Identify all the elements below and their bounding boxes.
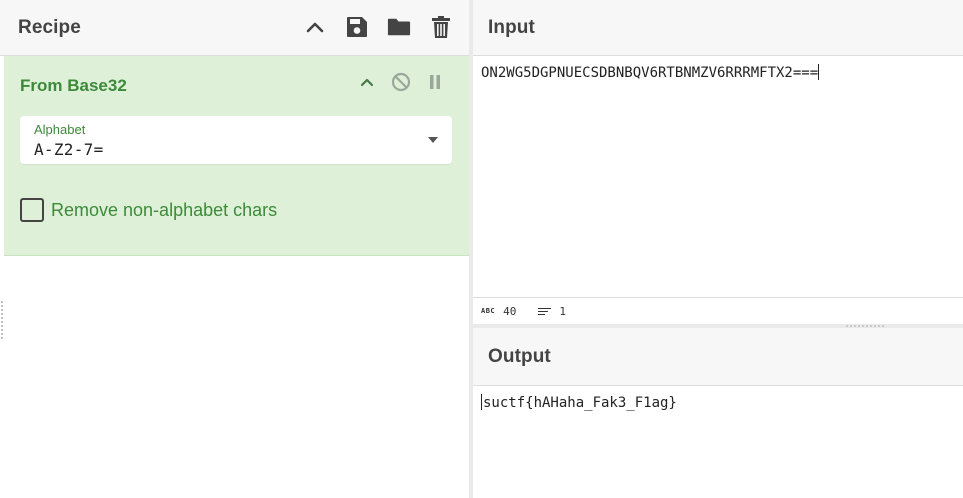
alphabet-value: A-Z2-7=: [34, 140, 104, 159]
recipe-title: Recipe: [18, 16, 81, 38]
line-count: 1: [559, 304, 567, 318]
remove-non-alphabet-checkbox[interactable]: [20, 198, 44, 222]
operation-controls: [357, 71, 445, 93]
trash-icon[interactable]: [429, 14, 453, 40]
input-status-bar: ABC 40 1: [473, 297, 963, 324]
input-header: Input: [473, 0, 963, 56]
pause-icon[interactable]: [425, 71, 445, 93]
dropdown-arrow-icon[interactable]: [428, 137, 438, 143]
alphabet-select[interactable]: Alphabet A-Z2-7=: [20, 116, 452, 164]
alphabet-label: Alphabet: [34, 122, 86, 137]
disable-icon[interactable]: [391, 71, 411, 93]
operation-from-base32[interactable]: From Base32 Alphabet A-Z2-7= Remove non-…: [4, 56, 469, 256]
input-title: Input: [488, 16, 535, 38]
folder-icon[interactable]: [387, 14, 411, 40]
splitter-grip-icon[interactable]: [845, 325, 885, 327]
input-text: ON2WG5DGPNUECSDBNBQV6RTBNMZV6RRRMFTX2===: [481, 65, 819, 81]
resize-handle-icon[interactable]: [0, 300, 4, 340]
operation-title: From Base32: [20, 76, 127, 95]
remove-non-alphabet-option[interactable]: Remove non-alphabet chars: [20, 198, 277, 222]
output-header: Output: [473, 328, 963, 386]
lines-icon: [538, 307, 552, 315]
cyberchef-window: Recipe From Base32 Alphabet A-Z2-7= Remo…: [0, 0, 963, 498]
chevron-up-icon[interactable]: [357, 71, 377, 93]
output-textarea[interactable]: suctf{hAHaha_Fak3_F1ag}: [481, 394, 677, 411]
remove-non-alphabet-label: Remove non-alphabet chars: [51, 199, 278, 220]
output-pane: Output suctf{hAHaha_Fak3_F1ag}: [473, 328, 963, 498]
text-cursor: [481, 394, 482, 410]
character-count: 40: [503, 304, 517, 318]
output-text: suctf{hAHaha_Fak3_F1ag}: [483, 395, 677, 411]
save-icon[interactable]: [345, 14, 369, 40]
abc-icon: ABC: [481, 307, 496, 315]
chevron-up-icon[interactable]: [303, 14, 327, 40]
text-cursor: [818, 64, 820, 80]
input-pane: Input ON2WG5DGPNUECSDBNBQV6RTBNMZV6RRRMF…: [473, 0, 963, 327]
input-textarea[interactable]: ON2WG5DGPNUECSDBNBQV6RTBNMZV6RRRMFTX2===: [481, 64, 820, 81]
recipe-header: Recipe: [0, 0, 469, 56]
recipe-pane: Recipe From Base32 Alphabet A-Z2-7= Remo…: [0, 0, 469, 498]
output-title: Output: [488, 345, 551, 367]
recipe-toolbar: [303, 14, 453, 40]
